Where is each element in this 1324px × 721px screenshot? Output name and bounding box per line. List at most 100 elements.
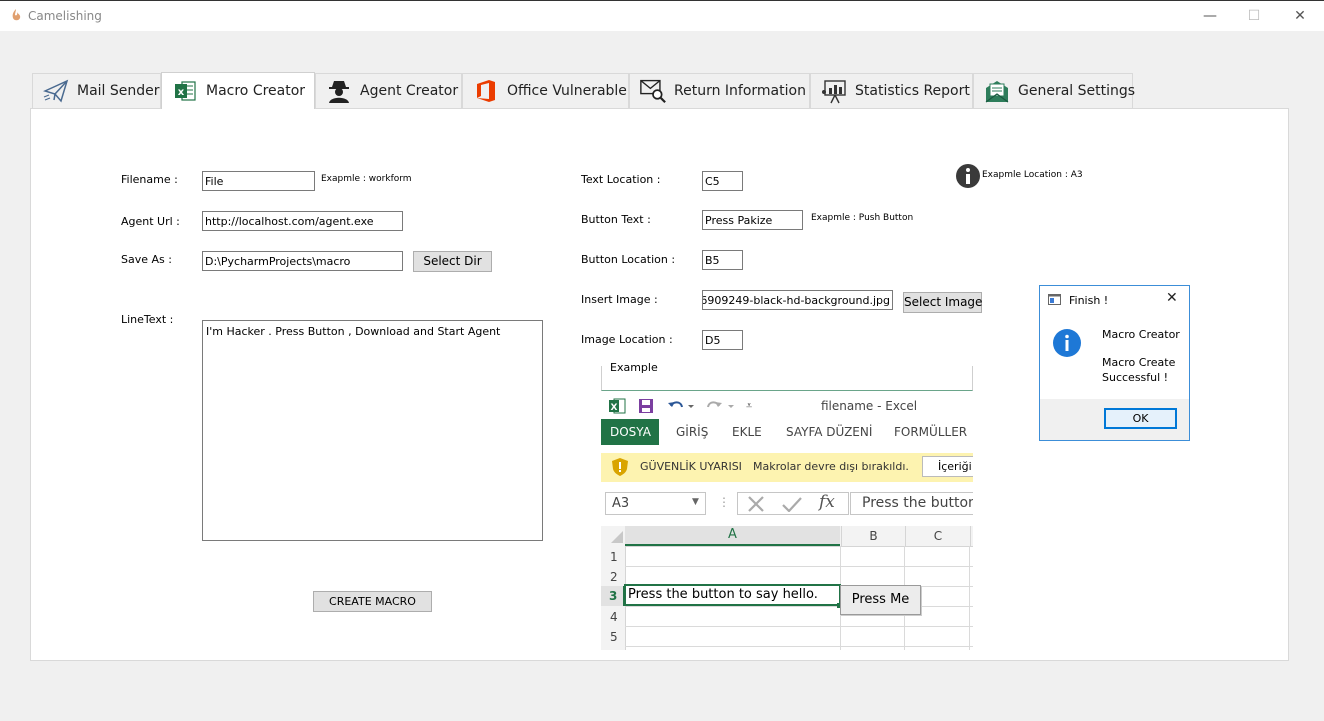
tab-label: Macro Creator [206,83,306,99]
button-text-hint: Exapmle : Push Button [811,213,914,223]
image-location-input[interactable]: D5 [702,330,743,350]
svg-text:X: X [611,403,618,413]
filename-hint: Exapmle : workform [321,174,412,184]
ribbon-tab-file-label: DOSYA [610,425,651,439]
row-3-header: 3 [609,589,618,603]
excel-logo-icon: X [609,398,626,414]
cell-a3: Press the button to say hello. [624,584,841,606]
ribbon-tab-insert-label: EKLE [732,425,762,439]
create-macro-button[interactable]: CREATE MACRO [313,591,432,612]
sheet-press-me-button: Press Me [840,585,921,615]
filename-input[interactable]: File [202,171,315,191]
title-bar: Camelishing — ☐ ✕ [0,0,1324,31]
excel-window-title: filename - Excel [821,399,918,413]
name-box-dropdown-icon: ▼ [692,497,699,507]
row-5-header: 5 [610,630,618,644]
ribbon-tab-page-layout-label: SAYFA DÜZENİ [786,425,873,439]
redo-icon [707,401,734,408]
ribbon-tab-formulas-label: FORMÜLLER [894,425,968,439]
mail-settings-icon [984,78,1010,104]
camel-app-icon [12,9,21,21]
fx-icon: fx [819,492,835,512]
excel-example-image: X ⩡ filename - Excel DOSYA GİRİŞ EKLE SA… [601,393,973,650]
dialog-heading: Macro Creator [1102,328,1180,341]
svg-text:x: x [178,87,185,98]
tab-label: General Settings [1018,83,1136,99]
location-hint: Exapmle Location : A3 [982,170,1083,180]
linetext-label: LineText : [121,313,174,326]
enable-content-button: İçeriği [922,456,973,477]
info-icon [955,163,981,189]
column-b-header: B [841,526,905,546]
tab-general-settings[interactable]: General Settings [973,73,1136,108]
formula-bar-grip-icon: ⋮ [718,495,730,509]
select-all-corner-icon [611,531,623,543]
insert-image-input[interactable]: \ico\6909249-black-hd-background.jpg [702,290,893,310]
button-location-label: Button Location : [581,253,676,266]
button-text-input[interactable]: Press Pakize [702,210,803,230]
shield-warning-icon [612,458,628,476]
tab-statistics-report[interactable]: Statistics Report [810,73,973,108]
save-icon [639,399,653,413]
column-a-header: A [625,526,840,546]
tab-label: Agent Creator [360,83,459,99]
formula-input: Press the button [850,492,973,515]
grid-line [625,626,973,627]
button-location-input[interactable]: B5 [702,250,743,270]
enter-check-icon [782,497,802,512]
close-button[interactable]: ✕ [1290,7,1310,25]
filename-label: Filename : [121,173,178,186]
tab-mail-sender[interactable]: Mail Sender [32,73,161,108]
security-warning-title: GÜVENLİK UYARISI [640,460,742,473]
text-location-label: Text Location : [581,173,661,186]
dialog-window-icon [1048,294,1061,305]
linetext-textarea[interactable]: I'm Hacker . Press Button , Download and… [202,320,543,541]
mail-search-icon [640,78,666,104]
ok-button[interactable]: OK [1104,408,1177,429]
tab-return-information[interactable]: Return Information [629,73,810,108]
grid-line [625,646,973,647]
minimize-button[interactable]: — [1200,7,1220,25]
agent-url-label: Agent Url : [121,215,180,228]
name-box: A3 [605,492,706,515]
undo-icon [668,401,694,408]
button-text-label: Button Text : [581,213,651,226]
ribbon-tab-home-label: GİRİŞ [676,425,709,439]
dialog-message-line2: Successful ! [1102,371,1169,384]
agent-url-input[interactable]: http://localhost.com/agent.exe [202,211,403,231]
info-icon [1053,329,1081,357]
grid-line [625,566,973,567]
dialog-close-button[interactable]: ✕ [1166,290,1178,306]
insert-image-value: \ico\6909249-black-hd-background.jpg [703,294,890,307]
tab-office-vulnerable[interactable]: Office Vulnerable [462,73,629,108]
customize-quick-access-icon: ⩡ [746,399,753,412]
cancel-x-icon [748,496,764,512]
spy-agent-icon [326,78,352,104]
finish-dialog: Finish ! ✕ Macro Creator Macro Create Su… [1039,285,1190,441]
example-label: Example [610,361,658,374]
dialog-message-line1: Macro Create [1102,356,1176,369]
text-location-input[interactable]: C5 [702,171,743,191]
row-4-header: 4 [610,610,618,624]
presentation-chart-icon [821,78,847,104]
dialog-title: Finish ! [1069,294,1109,307]
row-2-header: 2 [610,570,618,584]
tab-label: Statistics Report [855,83,970,99]
save-as-input[interactable]: D:\PycharmProjects\macro [202,251,403,271]
select-dir-button[interactable]: Select Dir [413,251,492,272]
tab-macro-creator[interactable]: x Macro Creator [161,72,315,109]
image-location-label: Image Location : [581,333,673,346]
maximize-button[interactable]: ☐ [1244,7,1264,25]
save-as-label: Save As : [121,253,172,266]
tab-label: Mail Sender [77,83,160,99]
office-logo-icon [473,78,499,104]
paper-plane-icon [43,78,69,104]
tab-label: Return Information [674,83,806,99]
row-1-header: 1 [610,550,618,564]
insert-image-label: Insert Image : [581,293,658,306]
security-warning-text: Makrolar devre dışı bırakıldı. [753,460,909,473]
select-image-button[interactable]: Select Image [903,292,982,313]
app-title: Camelishing [28,9,102,23]
tab-agent-creator[interactable]: Agent Creator [315,73,462,108]
excel-icon: x [172,78,198,104]
